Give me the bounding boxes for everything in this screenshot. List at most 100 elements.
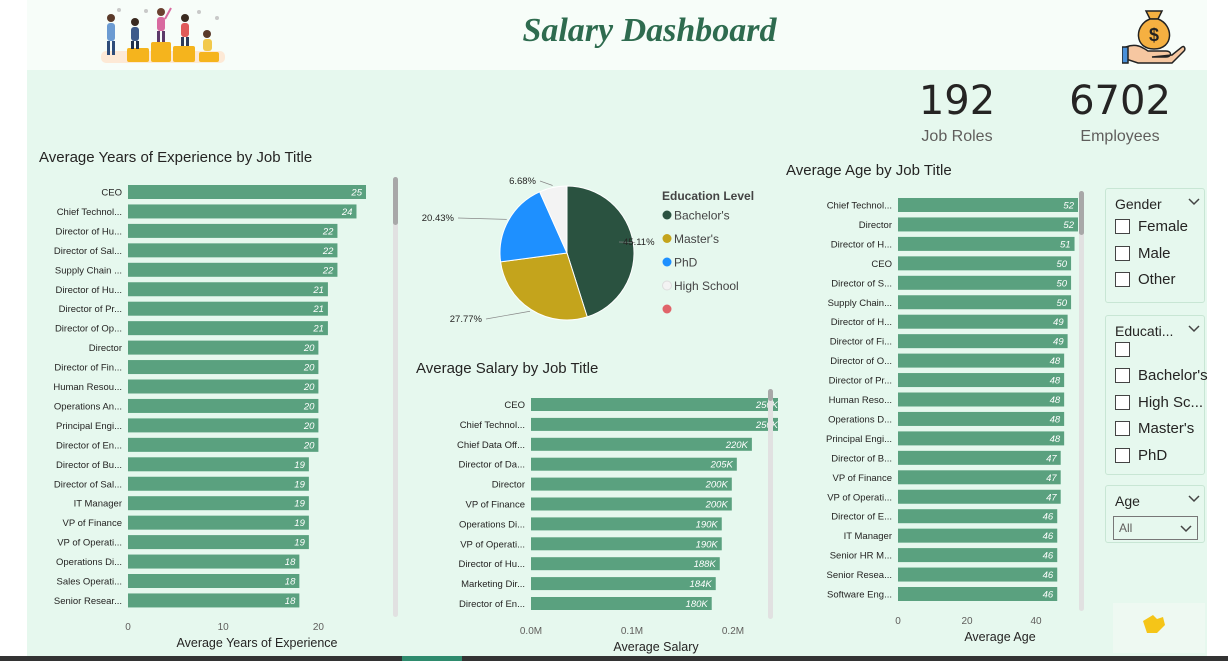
bar-value-label: 250K	[755, 420, 778, 431]
checkbox[interactable]	[1115, 218, 1130, 234]
category-label: Director of Hu...	[458, 559, 525, 570]
bar-value-label: 52	[1063, 201, 1074, 212]
checkbox[interactable]	[1115, 394, 1130, 410]
legend-marker	[662, 210, 672, 220]
bar-value-label: 46	[1043, 570, 1054, 581]
bar	[128, 204, 357, 219]
chevron-down-icon[interactable]	[1188, 324, 1200, 334]
gender-option-male[interactable]: Male	[1115, 243, 1171, 263]
category-label: Human Reso...	[829, 395, 892, 406]
scroll-thumb[interactable]	[1079, 191, 1084, 235]
checkbox[interactable]	[1115, 245, 1130, 261]
category-label: Chief Data Off...	[457, 440, 525, 451]
category-label: Senior Resea...	[827, 570, 892, 581]
category-label: Director of H...	[831, 239, 892, 250]
chevron-down-icon	[1180, 525, 1192, 533]
scroll-thumb[interactable]	[393, 177, 398, 225]
education-option-bachelors[interactable]: Bachelor's	[1115, 365, 1208, 385]
experience-chart: CEO 25 Chief Technol... 24 Director of Hu...…	[53, 185, 366, 650]
category-label: Director of Hu...	[55, 226, 122, 237]
checkbox[interactable]	[1115, 367, 1130, 383]
bar	[128, 321, 328, 336]
legend-marker	[662, 257, 672, 267]
bar-value-label: 50	[1056, 278, 1067, 289]
bar-value-label: 20	[303, 401, 315, 412]
pie-leader-line	[457, 217, 507, 220]
bar-value-label: 18	[285, 596, 296, 607]
category-label: Director of B...	[831, 453, 892, 464]
bar-value-label: 51	[1060, 239, 1071, 250]
bar	[128, 515, 309, 530]
age-dropdown[interactable]: All	[1113, 516, 1198, 540]
category-label: Director of E...	[831, 512, 892, 523]
education-option-blank[interactable]	[1115, 339, 1138, 359]
bar-value-label: 49	[1053, 337, 1064, 348]
education-slicer: Educati... Bachelor's High Sc... Master'…	[1105, 315, 1208, 475]
category-label: Director of Fi...	[830, 337, 892, 348]
chevron-down-icon[interactable]	[1188, 197, 1200, 207]
bar-value-label: 46	[1043, 551, 1054, 562]
age-chart: Chief Technol... 52 Director 52 Director of …	[826, 198, 1078, 644]
category-label: Operations Di...	[459, 519, 525, 530]
category-label: CEO	[871, 259, 892, 270]
bar	[531, 517, 722, 531]
bar	[128, 535, 309, 550]
bar-value-label: 18	[285, 577, 296, 588]
category-label: Director of Pr...	[59, 304, 122, 315]
bar	[531, 577, 716, 591]
education-option-phd[interactable]: PhD	[1115, 445, 1167, 465]
category-label: Director	[859, 220, 892, 231]
page-tab-indicator	[402, 656, 462, 661]
experience-chart-scrollbar[interactable]	[393, 177, 398, 617]
bar-value-label: 200K	[705, 480, 729, 491]
x-tick-label: 10	[218, 622, 230, 633]
bar	[128, 301, 328, 316]
bar-value-label: 20	[303, 382, 315, 393]
bar-value-label: 48	[1050, 395, 1061, 406]
category-label: Human Resou...	[53, 382, 122, 393]
category-label: Director of H...	[831, 317, 892, 328]
category-label: Operations An...	[54, 401, 122, 412]
checkbox[interactable]	[1115, 420, 1130, 436]
education-option-masters[interactable]: Master's	[1115, 418, 1194, 438]
bar	[898, 489, 1061, 504]
education-option-high-school[interactable]: High Sc...	[1115, 392, 1203, 412]
bar	[128, 379, 319, 394]
category-label: Director of Hu...	[55, 285, 122, 296]
bar	[531, 437, 752, 451]
age-dropdown-value: All	[1119, 521, 1133, 535]
category-label: Principal Engi...	[56, 421, 122, 432]
pie-value-label: 20.43%	[422, 213, 455, 224]
category-label: VP of Operati...	[460, 539, 525, 550]
age-chart-title: Average Age by Job Title	[786, 162, 952, 179]
age-chart-scrollbar[interactable]	[1079, 191, 1084, 611]
category-label: VP of Finance	[465, 500, 525, 511]
bar-value-label: 48	[1050, 434, 1061, 445]
scroll-thumb[interactable]	[768, 389, 773, 401]
checkbox[interactable]	[1115, 447, 1130, 463]
gender-option-other[interactable]: Other	[1115, 269, 1176, 289]
category-label: Chief Technol...	[57, 207, 122, 218]
bar	[128, 223, 338, 238]
checkbox[interactable]	[1115, 341, 1130, 357]
pie-leader-line	[539, 180, 553, 186]
x-tick-label: 0.2M	[722, 626, 744, 637]
x-tick-label: 0	[125, 622, 131, 633]
category-label: VP of Finance	[832, 473, 892, 484]
legend-marker	[662, 234, 672, 243]
bar	[128, 282, 328, 297]
chevron-down-icon[interactable]	[1188, 494, 1200, 504]
gender-option-female[interactable]: Female	[1115, 216, 1188, 236]
dashboard-canvas: Salary Dashboard $ 192 Job Roles 6702 Em…	[27, 0, 1208, 661]
bar	[898, 275, 1072, 290]
category-label: Chief Technol...	[827, 201, 892, 212]
category-label: IT Manager	[844, 531, 892, 542]
bar	[128, 340, 319, 355]
checkbox[interactable]	[1115, 271, 1130, 287]
bar-value-label: 47	[1046, 492, 1057, 503]
category-label: VP of Operati...	[57, 538, 122, 549]
salary-chart-scrollbar[interactable]	[768, 389, 773, 619]
hand-pointer-icon	[1113, 603, 1205, 653]
bar-value-label: 18	[285, 557, 296, 568]
bar	[898, 353, 1065, 368]
